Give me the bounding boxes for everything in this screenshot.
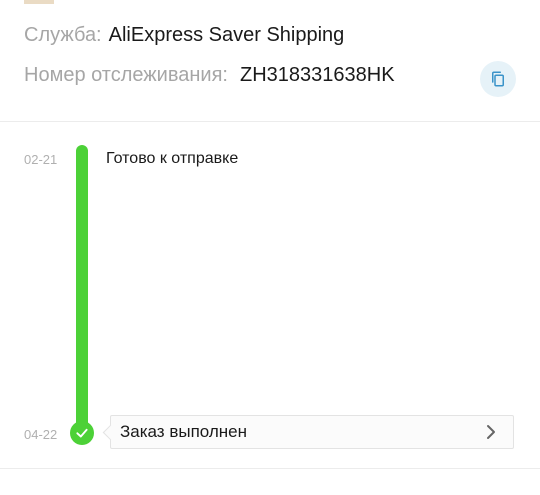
tracking-label: Номер отслеживания: (24, 64, 228, 86)
event-date: 02-21 (24, 152, 58, 167)
event-description: Заказ выполнен (120, 422, 248, 441)
order-completed-card[interactable]: Заказ выполнен (110, 415, 514, 449)
completed-status-dot (70, 421, 94, 445)
event-description: Готово к отправке (106, 150, 239, 167)
tracking-row: Номер отслеживания: ZH318331638HK (24, 64, 395, 87)
event-date: 04-22 (24, 427, 58, 442)
tracking-number[interactable]: ZH318331638HK (240, 64, 395, 87)
tracking-page: Служба: AliExpress Saver Shipping Номер … (0, 0, 540, 495)
check-icon (76, 428, 88, 438)
section-divider (0, 121, 540, 122)
service-row: Служба: AliExpress Saver Shipping (24, 24, 344, 47)
chevron-right-icon (485, 424, 497, 440)
bottom-divider (0, 468, 540, 469)
copy-button[interactable] (480, 61, 516, 97)
service-value: AliExpress Saver Shipping (108, 24, 345, 46)
copy-icon (492, 71, 504, 87)
top-tab-decoration (24, 0, 54, 4)
service-label: Служба: (24, 24, 102, 46)
timeline-progress-bar (76, 145, 88, 433)
